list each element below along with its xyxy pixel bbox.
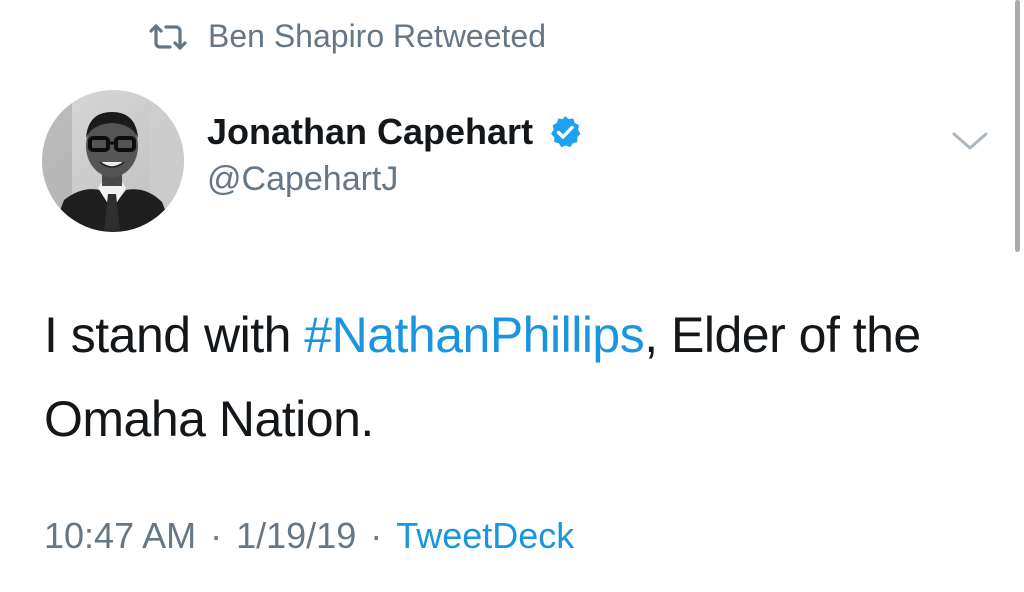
tweet-time[interactable]: 10:47 AM: [44, 515, 196, 557]
chevron-down-icon[interactable]: [950, 126, 990, 154]
author-display-name[interactable]: Jonathan Capehart: [207, 111, 533, 153]
retweet-context[interactable]: Ben Shapiro Retweeted: [148, 14, 546, 58]
tweet-card[interactable]: Ben Shapiro Retweeted Jonathan Capehart …: [0, 0, 1024, 592]
meta-separator: ·: [370, 515, 383, 556]
author-handle[interactable]: @CapehartJ: [207, 160, 398, 199]
scrollbar[interactable]: [1015, 0, 1020, 252]
tweet-text: I stand with #NathanPhillips, Elder of t…: [44, 293, 974, 461]
retweet-context-label: Ben Shapiro Retweeted: [208, 17, 546, 54]
tweet-source-link[interactable]: TweetDeck: [396, 515, 574, 557]
verified-badge-icon: [547, 114, 583, 150]
author-name-row[interactable]: Jonathan Capehart: [207, 108, 583, 156]
tweet-date[interactable]: 1/19/19: [236, 515, 356, 557]
retweet-icon: [148, 22, 188, 50]
hashtag-link[interactable]: #NathanPhillips: [304, 307, 644, 363]
tweet-meta: 10:47 AM · 1/19/19 · TweetDeck: [44, 508, 574, 564]
avatar[interactable]: [42, 90, 184, 232]
meta-separator: ·: [210, 515, 223, 556]
tweet-text-before: I stand with: [44, 307, 305, 363]
